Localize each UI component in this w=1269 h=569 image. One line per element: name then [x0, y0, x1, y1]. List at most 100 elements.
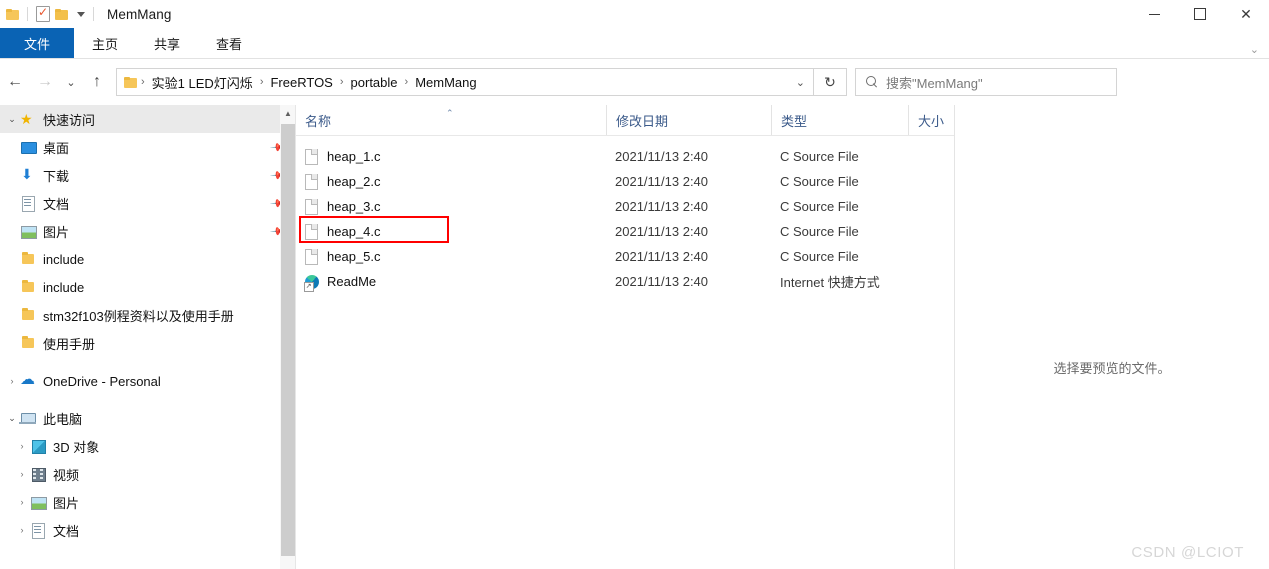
minimize-button[interactable]: [1131, 0, 1177, 28]
page-title: MemMang: [107, 6, 172, 22]
sidebar-group-this-pc[interactable]: ⌄ 此电脑: [0, 404, 296, 432]
file-name-cell[interactable]: heap_3.c: [296, 198, 606, 215]
chevron-right-icon[interactable]: ›: [14, 525, 30, 535]
back-button[interactable]: ←: [0, 67, 30, 97]
close-button[interactable]: ✕: [1223, 0, 1269, 28]
breadcrumb-separator: ›: [259, 76, 264, 88]
table-row[interactable]: heap_2.c 2021/11/13 2:40 C Source File: [296, 169, 954, 194]
file-type-cell: C Source File: [780, 174, 859, 189]
file-name-label: heap_2.c: [327, 174, 381, 189]
sidebar-item-videos[interactable]: › 视频: [0, 460, 296, 488]
file-name-cell[interactable]: heap_1.c: [296, 148, 606, 165]
breadcrumb-item-3[interactable]: MemMang: [412, 75, 479, 90]
file-name-label: heap_3.c: [327, 199, 381, 214]
chevron-right-icon[interactable]: ›: [14, 469, 30, 479]
folder-icon[interactable]: [124, 76, 137, 88]
file-name-cell[interactable]: heap_5.c: [296, 248, 606, 265]
tab-share[interactable]: 共享: [136, 28, 198, 58]
table-row[interactable]: heap_4.c 2021/11/13 2:40 C Source File: [296, 216, 954, 244]
quick-access-toolbar: [0, 5, 97, 22]
file-type-cell: Internet 快捷方式: [780, 275, 880, 290]
address-dropdown-chevron-down-icon[interactable]: ⌄: [796, 76, 805, 89]
refresh-button[interactable]: ↻: [814, 68, 847, 96]
file-name-cell[interactable]: ↗ ReadMe: [296, 274, 606, 292]
file-name-cell[interactable]: heap_4.c: [296, 216, 606, 243]
chevron-down-icon[interactable]: ⌄: [4, 114, 20, 125]
sidebar-item-label: 文档: [53, 523, 80, 539]
sidebar-item-downloads[interactable]: 下载 📌: [0, 161, 296, 189]
column-header-size[interactable]: 大小: [908, 105, 954, 135]
column-header-type[interactable]: 类型: [771, 105, 908, 135]
sidebar-item-stm32f103[interactable]: stm32f103例程资料以及使用手册: [0, 301, 296, 329]
tab-file[interactable]: 文件: [0, 28, 74, 58]
properties-checkbox-icon[interactable]: [36, 5, 50, 22]
forward-button[interactable]: →: [30, 67, 60, 97]
star-icon: [20, 111, 37, 128]
sidebar-item-include-2[interactable]: include: [0, 273, 296, 301]
file-type-cell: C Source File: [780, 149, 859, 164]
search-input[interactable]: 搜索"MemMang": [855, 68, 1117, 96]
address-bar[interactable]: › 实验1 LED灯闪烁 › FreeRTOS › portable › Mem…: [116, 68, 814, 96]
sidebar-item-desktop[interactable]: 桌面 📌: [0, 133, 296, 161]
column-headers: 名称 ⌃ 修改日期 类型 大小: [296, 105, 954, 136]
chevron-right-icon[interactable]: ›: [14, 497, 30, 507]
chevron-up-icon[interactable]: ▲: [280, 105, 296, 122]
breadcrumb-separator: ›: [404, 76, 409, 88]
ribbon-expand-chevron-down-icon[interactable]: ⌄: [1250, 45, 1259, 56]
desktop-icon: [20, 139, 37, 155]
breadcrumb-item-2[interactable]: portable: [348, 75, 401, 90]
sidebar-scrollbar[interactable]: ▲: [280, 105, 296, 569]
sidebar-group-label: 快速访问: [43, 112, 96, 128]
up-button[interactable]: ↑: [82, 67, 112, 97]
file-date-cell: 2021/11/13 2:40: [615, 199, 709, 214]
sidebar-item-pictures[interactable]: 图片 📌: [0, 217, 296, 245]
recent-locations-button[interactable]: ⌄: [60, 67, 82, 97]
file-name-cell[interactable]: heap_2.c: [296, 173, 606, 190]
chevron-right-icon[interactable]: ›: [14, 441, 30, 451]
main-content: ⌄ 快速访问 桌面 📌 下载 📌 文档 📌 图片: [0, 105, 1269, 569]
column-header-name[interactable]: 名称 ⌃: [296, 105, 606, 135]
maximize-icon: [1194, 8, 1206, 20]
file-name-label: heap_5.c: [327, 249, 381, 264]
sidebar-item-label: 文档: [43, 196, 70, 212]
file-name-label: heap_4.c: [327, 224, 381, 239]
sidebar-item-documents[interactable]: 文档 📌: [0, 189, 296, 217]
chevron-down-icon[interactable]: ⌄: [4, 413, 20, 424]
table-row[interactable]: heap_3.c 2021/11/13 2:40 C Source File: [296, 194, 954, 219]
chevron-down-icon[interactable]: [77, 11, 85, 17]
folder-icon[interactable]: [6, 8, 19, 20]
sidebar-item-label: 3D 对象: [53, 439, 100, 455]
file-name-label: ReadMe: [327, 274, 377, 289]
sidebar-item-label: stm32f103例程资料以及使用手册: [43, 308, 234, 324]
column-header-label: 名称: [305, 113, 332, 129]
folder-icon: [20, 251, 37, 267]
sidebar-item-label: 图片: [43, 224, 70, 240]
file-type-cell: C Source File: [780, 199, 859, 214]
tab-home[interactable]: 主页: [74, 28, 136, 58]
new-folder-icon[interactable]: [55, 8, 68, 20]
table-row[interactable]: heap_1.c 2021/11/13 2:40 C Source File: [296, 144, 954, 169]
sidebar-group-onedrive[interactable]: › OneDrive - Personal: [0, 367, 296, 395]
scrollbar-thumb[interactable]: [281, 124, 295, 556]
c-file-icon: [305, 198, 318, 215]
chevron-right-icon[interactable]: ›: [4, 376, 20, 386]
toolbar-divider: [27, 7, 28, 21]
sidebar-item-label: 视频: [53, 467, 80, 483]
tab-view[interactable]: 查看: [198, 28, 260, 58]
sidebar-item-documents-pc[interactable]: › 文档: [0, 516, 296, 544]
table-row[interactable]: heap_5.c 2021/11/13 2:40 C Source File: [296, 244, 954, 269]
table-row[interactable]: ↗ ReadMe 2021/11/13 2:40 Internet 快捷方式: [296, 269, 954, 294]
folder-icon: [20, 279, 37, 295]
column-header-date[interactable]: 修改日期: [606, 105, 771, 135]
maximize-button[interactable]: [1177, 0, 1223, 28]
sidebar-item-pictures-pc[interactable]: › 图片: [0, 488, 296, 516]
sidebar-item-include-1[interactable]: include: [0, 245, 296, 273]
sidebar-group-quick-access[interactable]: ⌄ 快速访问: [0, 105, 296, 133]
breadcrumb-item-0[interactable]: 实验1 LED灯闪烁: [149, 73, 256, 92]
breadcrumb-item-1[interactable]: FreeRTOS: [267, 75, 335, 90]
3d-objects-icon: [30, 438, 47, 454]
sidebar-item-manual[interactable]: 使用手册: [0, 329, 296, 357]
sidebar-item-3d-objects[interactable]: › 3D 对象: [0, 432, 296, 460]
sidebar-group-label: OneDrive - Personal: [43, 373, 161, 389]
file-type-cell: C Source File: [780, 249, 859, 264]
